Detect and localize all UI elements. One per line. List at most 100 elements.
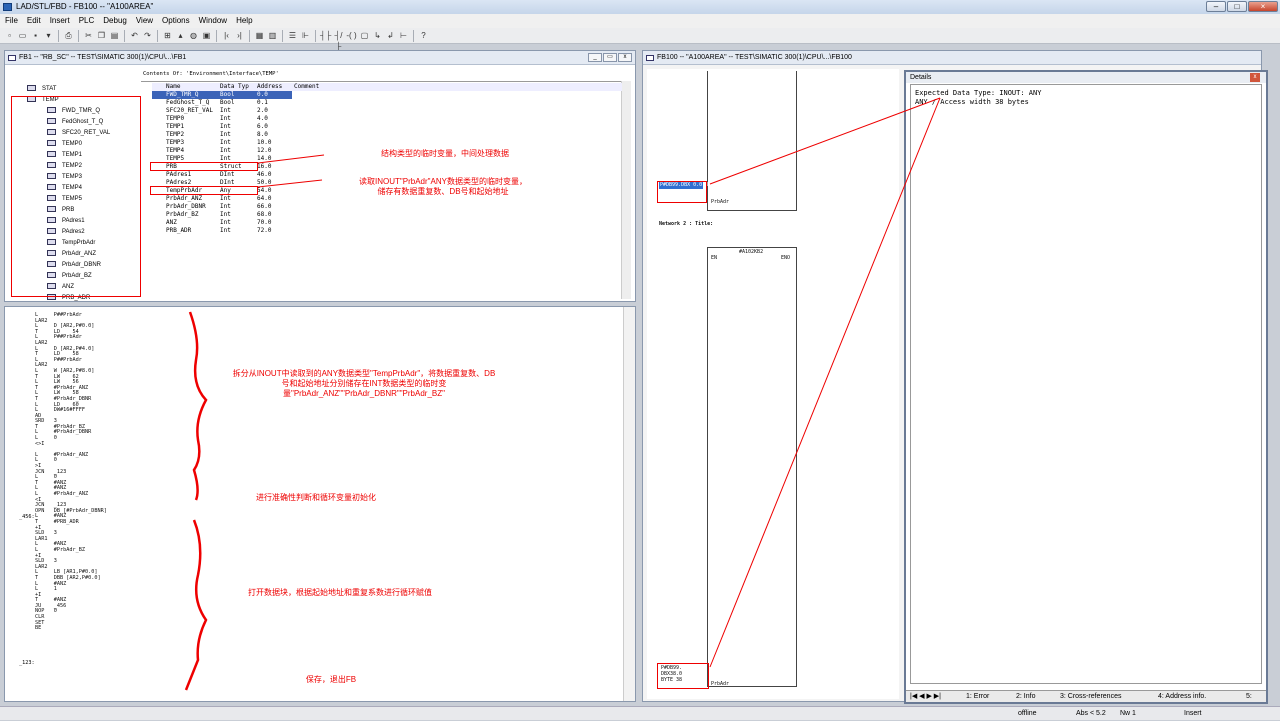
print-icon[interactable]: ⎙ — [63, 30, 74, 41]
table-row[interactable]: SFC20_RET_VAL Int 2.0 — [152, 107, 292, 115]
table-row[interactable]: TEMP0 Int 4.0 — [152, 115, 292, 123]
table-cell: SFC20_RET_VAL — [166, 107, 213, 114]
table-cell: 64.0 — [257, 195, 272, 202]
restore-button[interactable]: ▭ — [603, 53, 617, 62]
menu-plc[interactable]: PLC — [79, 14, 95, 28]
network-title: Network 2 : Title: — [659, 221, 714, 227]
table-cell: TEMP3 — [166, 139, 185, 146]
scrollbar[interactable] — [623, 307, 635, 701]
table-row[interactable]: FWD_TMR_Q Bool 0.0 — [152, 91, 292, 99]
details-title: Details — [906, 72, 1266, 83]
table-cell: PrbAdr_BZ — [166, 211, 199, 218]
menu-debug[interactable]: Debug — [103, 14, 127, 28]
tab-error[interactable]: 1: Error — [966, 691, 989, 703]
table-cell: 8.0 — [257, 131, 268, 138]
tab-address-info[interactable]: 4: Address info. — [1158, 691, 1206, 703]
open-branch-icon[interactable]: ↳ — [372, 30, 383, 41]
close-branch-icon[interactable]: ↲ — [385, 30, 396, 41]
table-row[interactable]: TEMP2 Int 8.0 — [152, 131, 292, 139]
table-row[interactable]: TEMP4 Int 12.0 — [152, 147, 292, 155]
redo-icon[interactable]: ↷ — [142, 30, 153, 41]
toolbar-separator — [78, 29, 79, 42]
menu-view[interactable]: View — [136, 14, 153, 28]
new-icon[interactable]: ▫ — [4, 30, 15, 41]
open-icon[interactable]: ▭ — [17, 30, 28, 41]
close-icon[interactable]: x — [1250, 73, 1260, 82]
minimize-button[interactable]: – — [1206, 1, 1226, 12]
table-row[interactable]: PRB_ADR Int 72.0 — [152, 227, 292, 235]
normally-open-contact-icon[interactable]: ┤├ — [320, 30, 331, 41]
details-tabbar: |◀ ◀ ▶ ▶| 1: Error 2: Info 3: Cross-refe… — [906, 690, 1266, 702]
table-cell: 72.0 — [257, 227, 272, 234]
help-icon[interactable]: ? — [418, 30, 429, 41]
table-cell: Bool — [220, 99, 235, 106]
branch-icon[interactable]: ⊩ — [300, 30, 311, 41]
annotation: 进行准确性判断和循环变量初始化 — [256, 493, 376, 502]
menu-window[interactable]: Window — [199, 14, 227, 28]
table-cell: Int — [220, 203, 231, 210]
upload-icon[interactable]: ▴ — [175, 30, 186, 41]
table-cell: ANZ — [166, 219, 177, 226]
normally-closed-contact-icon[interactable]: ┤/├ — [333, 30, 344, 51]
menu-file[interactable]: File — [5, 14, 18, 28]
copy-icon[interactable]: ❐ — [96, 30, 107, 41]
annotation: 保存，退出FB — [305, 675, 357, 684]
block-name: #A102KB2 — [739, 249, 764, 255]
menu-options[interactable]: Options — [162, 14, 190, 28]
table-cell: PAdres1 — [166, 171, 192, 178]
tab-nav-icon[interactable]: |◀ ◀ ▶ ▶| — [910, 691, 941, 703]
table-row[interactable]: PrbAdr_DBNR Int 66.0 — [152, 203, 292, 211]
save-icon[interactable]: ▪ — [30, 30, 41, 41]
table-row[interactable]: TEMP3 Int 10.0 — [152, 139, 292, 147]
menu-insert[interactable]: Insert — [50, 14, 70, 28]
overview-icon[interactable]: ▦ — [254, 30, 265, 41]
parameter-label: PrbAdr — [711, 681, 730, 687]
table-row[interactable]: PAdres1 DInt 46.0 — [152, 171, 292, 179]
en-pin: EN — [711, 255, 718, 261]
table-cell: TEMP1 — [166, 123, 185, 130]
table-cell: PrbAdr_DBNR — [166, 203, 206, 210]
download-icon[interactable]: ▾ — [43, 30, 54, 41]
table-header: Name Data Typ Address Comment — [152, 83, 622, 91]
close-button[interactable]: x — [618, 53, 632, 62]
table-cell: DInt — [220, 171, 235, 178]
details-line: Expected Data Type: INOUT: ANY — [915, 89, 1042, 97]
menu-edit[interactable]: Edit — [27, 14, 41, 28]
connection-icon[interactable]: ⊢ — [398, 30, 409, 41]
tab-info[interactable]: 2: Info — [1016, 691, 1035, 703]
annotation: 结构类型的临时变量，中间处理数据 — [381, 149, 509, 158]
box-icon[interactable]: ▢ — [359, 30, 370, 41]
paste-icon[interactable]: ▤ — [109, 30, 120, 41]
scrollbar[interactable] — [621, 81, 631, 299]
first-network-icon[interactable]: |‹ — [221, 30, 232, 41]
maximize-button[interactable]: □ — [1227, 1, 1247, 12]
table-row[interactable]: PrbAdr_BZ Int 68.0 — [152, 211, 292, 219]
minimize-button[interactable]: _ — [588, 53, 602, 62]
accessible-nodes-icon[interactable]: ⊞ — [162, 30, 173, 41]
fbd-window-title: FB100 -- "A100AREA" -- TEST\SIMATIC 300(… — [657, 54, 852, 61]
window-title: LAD/STL/FBD - FB100 -- "A100AREA" — [16, 2, 154, 11]
module-info-icon[interactable]: ▣ — [201, 30, 212, 41]
monitor-icon[interactable]: ◍ — [188, 30, 199, 41]
cut-icon[interactable]: ✂ — [83, 30, 94, 41]
toolbar: ▫ ▭ ▪ ▾ ⎙ ✂ ❐ ▤ ↶ ↷ ⊞ ▴ ◍ ▣ |‹ ›| ▦ ▥ ☰ … — [0, 28, 1280, 51]
detail-view-icon[interactable]: ▥ — [267, 30, 278, 41]
table-row[interactable]: FedGhost_T_Q Bool 0.1 — [152, 99, 292, 107]
status-insert: Insert — [1184, 710, 1202, 717]
menu-help[interactable]: Help — [236, 14, 252, 28]
window-controls: – □ × — [1206, 1, 1278, 12]
undo-icon[interactable]: ↶ — [129, 30, 140, 41]
table-cell: FWD_TMR_Q — [166, 91, 199, 98]
table-row[interactable]: PrbAdr_ANZ Int 64.0 — [152, 195, 292, 203]
table-row[interactable]: TEMP1 Int 6.0 — [152, 123, 292, 131]
close-button[interactable]: × — [1248, 1, 1278, 12]
coil-icon[interactable]: -( ) — [346, 30, 357, 41]
new-network-icon[interactable]: ☰ — [287, 30, 298, 41]
table-cell: Bool — [220, 91, 235, 98]
last-network-icon[interactable]: ›| — [234, 30, 245, 41]
tree-item-stat[interactable]: STAT — [27, 84, 56, 94]
tab-cross-references[interactable]: 3: Cross-references — [1060, 691, 1121, 703]
table-row[interactable]: ANZ Int 70.0 — [152, 219, 292, 227]
annotation: 读取INOUT"PrbAdr"ANY数据类型的临时变量，储存有数据重复数、DB号… — [359, 177, 527, 196]
tab-5[interactable]: 5: — [1246, 691, 1252, 703]
